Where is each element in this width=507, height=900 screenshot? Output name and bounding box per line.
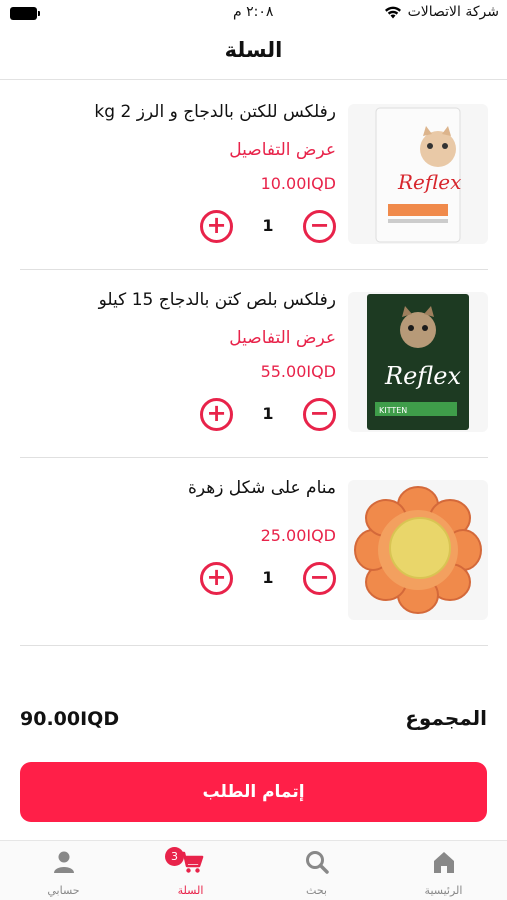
tab-label: الرئيسية (424, 884, 463, 897)
tab-cart[interactable]: 3 السلة (127, 841, 254, 900)
product-price: 25.00IQD (260, 526, 336, 545)
quantity-stepper: − 1 + (200, 398, 336, 432)
search-icon (305, 851, 329, 874)
flower-bed-illustration (354, 486, 482, 614)
product-info: رفلكس للكتن بالدجاج و الرز 2 kg عرض التف… (20, 82, 336, 270)
bag-brand-text: Reflex (384, 362, 461, 390)
bag-sub-text: KITTEN (379, 406, 407, 415)
tab-label: السلة (177, 884, 204, 897)
quantity-value: 1 (262, 404, 274, 423)
reflex-plus-bag-illustration: Reflex KITTEN (367, 294, 469, 430)
increase-quantity-button[interactable]: + (200, 562, 233, 595)
reflex-bag-illustration: Reflex (375, 107, 461, 243)
status-time: ٢:٠٨ م (233, 4, 274, 20)
product-name: منام على شكل زهرة (187, 478, 336, 498)
tab-search[interactable]: بحث (253, 841, 380, 900)
decrease-quantity-button[interactable]: − (303, 398, 336, 431)
total-label: المجموع (405, 706, 487, 730)
page-title: السلة (224, 38, 283, 62)
status-bar: ٢:٠٨ م شركة الاتصالات (0, 0, 507, 28)
cart-count-badge: 3 (165, 847, 184, 866)
quantity-value: 1 (262, 216, 274, 235)
view-details-link[interactable]: عرض التفاصيل (229, 140, 336, 160)
product-image[interactable]: Reflex (348, 104, 488, 244)
nav-header: السلة (0, 28, 507, 80)
quantity-stepper: − 1 + (200, 210, 336, 244)
tab-bar: الرئيسية بحث 3 السلة حسابي (0, 840, 507, 900)
product-image[interactable]: Reflex KITTEN (348, 292, 488, 432)
battery-icon (10, 7, 40, 20)
product-info: منام على شكل زهرة 25.00IQD − 1 + (20, 458, 336, 646)
carrier-name: شركة الاتصالات (407, 4, 499, 20)
cart-item: منام على شكل زهرة 25.00IQD − 1 + (20, 458, 488, 646)
product-image[interactable] (348, 480, 488, 620)
wifi-icon (384, 6, 401, 18)
user-icon (53, 851, 74, 873)
tab-home[interactable]: الرئيسية (380, 841, 507, 900)
view-details-link[interactable]: عرض التفاصيل (229, 328, 336, 348)
quantity-value: 1 (262, 568, 274, 587)
cart-item: Reflex رفلكس للكتن بالدجاج و الرز 2 kg ع… (20, 82, 488, 270)
decrease-quantity-button[interactable]: − (303, 562, 336, 595)
product-price: 55.00IQD (260, 362, 336, 381)
tab-account[interactable]: حسابي (0, 841, 127, 900)
total-row: المجموع 90.00IQD (20, 706, 487, 736)
product-name: رفلكس للكتن بالدجاج و الرز 2 kg (94, 102, 336, 122)
product-price: 10.00IQD (260, 174, 336, 193)
total-value: 90.00IQD (20, 708, 120, 730)
increase-quantity-button[interactable]: + (200, 398, 233, 431)
divider (20, 645, 488, 646)
tab-label: حسابي (47, 884, 80, 897)
cart-item: Reflex KITTEN رفلكس بلص كتن بالدجاج 15 ك… (20, 270, 488, 458)
decrease-quantity-button[interactable]: − (303, 210, 336, 243)
checkout-button[interactable]: إتمام الطلب (20, 762, 487, 822)
home-icon (433, 852, 454, 873)
quantity-stepper: − 1 + (200, 562, 336, 596)
product-info: رفلكس بلص كتن بالدجاج 15 كيلو عرض التفاص… (20, 270, 336, 458)
status-carrier-group: شركة الاتصالات (384, 4, 499, 20)
product-name: رفلكس بلص كتن بالدجاج 15 كيلو (98, 290, 336, 310)
increase-quantity-button[interactable]: + (200, 210, 233, 243)
bag-brand-text: Reflex (397, 170, 461, 194)
tab-label: بحث (306, 884, 327, 897)
